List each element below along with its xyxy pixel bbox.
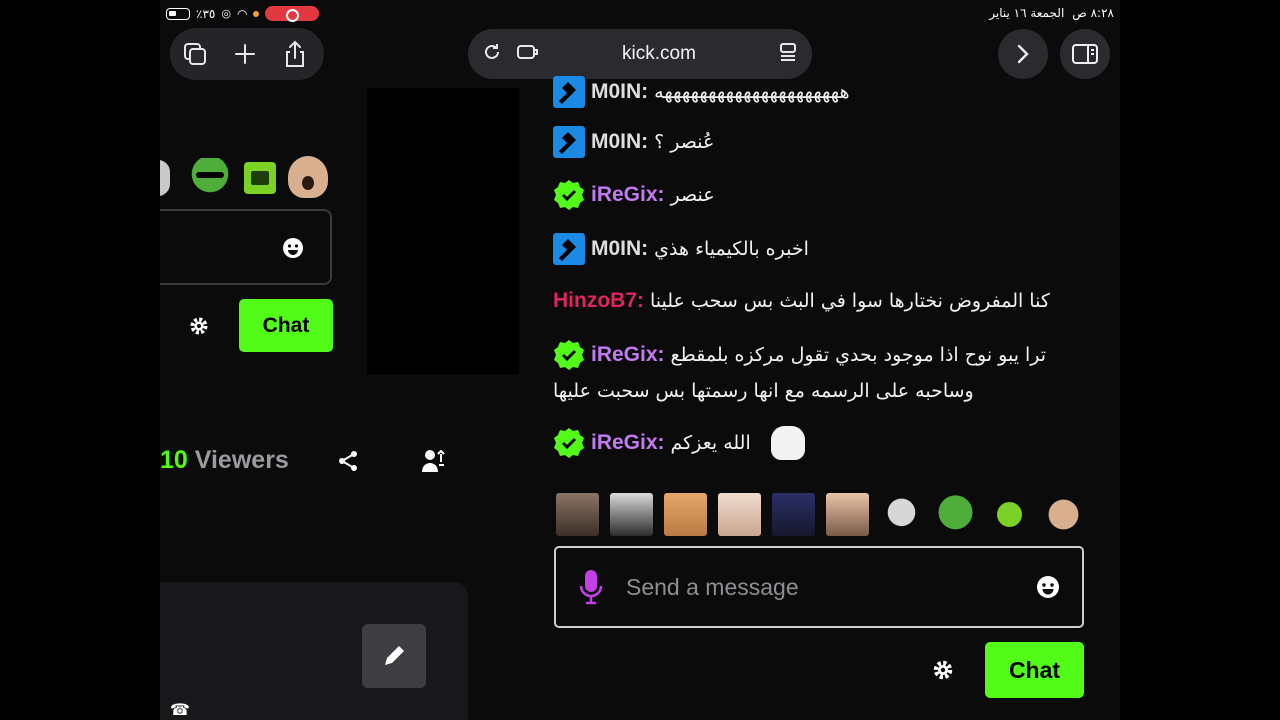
sidebar-toggle-button[interactable] bbox=[1060, 29, 1110, 79]
chat-text: هههههههههههههههههههههه bbox=[654, 81, 850, 103]
chat-username[interactable]: iReGix: bbox=[591, 180, 665, 210]
video-player[interactable] bbox=[367, 88, 519, 374]
chat-message: M0IN: اخبره بالكيمياء هذي bbox=[553, 233, 1093, 265]
mic-indicator-icon bbox=[253, 10, 260, 17]
chat-text: عُنصر ؟ bbox=[654, 131, 715, 153]
pepe-emote[interactable] bbox=[934, 493, 977, 536]
chat-message: iReGix: ترا يبو نوح اذا موجود بحدي تقول … bbox=[553, 339, 1093, 371]
chat-username[interactable]: M0IN: bbox=[591, 234, 648, 264]
extensions-icon[interactable] bbox=[516, 42, 540, 66]
emote-thumbnail[interactable] bbox=[556, 493, 599, 536]
verified-badge-icon bbox=[553, 179, 585, 211]
microphone-icon[interactable] bbox=[578, 569, 604, 605]
emote-thumbnail[interactable] bbox=[880, 493, 923, 536]
chat-settings-icon[interactable] bbox=[932, 659, 954, 681]
chat-text: عنصر bbox=[670, 184, 715, 206]
sidebar-icon bbox=[1072, 44, 1098, 64]
emote-thumbnail[interactable] bbox=[610, 493, 653, 536]
chat-username[interactable]: iReGix: bbox=[591, 340, 665, 370]
pencil-icon bbox=[385, 646, 404, 665]
viewers-number: 10 bbox=[160, 446, 188, 474]
chat-message-input[interactable] bbox=[626, 573, 1014, 601]
moderator-badge-icon bbox=[553, 233, 585, 265]
edit-button[interactable] bbox=[362, 624, 426, 688]
emoji-icon bbox=[283, 238, 303, 258]
moderator-badge-icon bbox=[553, 126, 585, 158]
battery-percent: ٪٣٥ bbox=[196, 6, 216, 21]
tabs-icon[interactable] bbox=[170, 29, 220, 79]
new-tab-icon[interactable] bbox=[220, 29, 270, 79]
left-chat-button[interactable]: Chat bbox=[239, 299, 333, 352]
chat-message: M0IN: هههههههههههههههههههههه bbox=[553, 76, 1093, 108]
status-left: ٪٣٥ ◎ ◠ bbox=[166, 6, 320, 22]
status-time: ٨:٢٨ ص bbox=[1072, 6, 1114, 20]
battery-icon bbox=[166, 7, 190, 20]
tablet-screen: ٪٣٥ ◎ ◠ الجمعة ١٦ يناير ٨:٢٨ ص kick.com … bbox=[160, 0, 1120, 720]
screen-record-icon[interactable] bbox=[265, 6, 320, 22]
viewer-count: 10 Viewers bbox=[160, 446, 289, 475]
forward-button[interactable] bbox=[998, 29, 1048, 79]
chat-message: HinzoB7: كنا المفروض نختارها سوا في البث… bbox=[553, 286, 1093, 316]
status-bar: ٪٣٥ ◎ ◠ الجمعة ١٦ يناير ٨:٢٨ ص bbox=[160, 0, 1120, 28]
settings-icon[interactable] bbox=[189, 316, 209, 336]
chat-message: iReGix: عنصر bbox=[553, 179, 1093, 211]
url-domain[interactable]: kick.com bbox=[540, 43, 778, 65]
share-stream-icon[interactable] bbox=[337, 450, 359, 472]
chat-text: وساحبه على الرسمه مع انها رسمتها بس سحبت… bbox=[553, 380, 974, 402]
location-icon: ◎ bbox=[221, 7, 231, 20]
moderator-badge-icon bbox=[553, 76, 585, 108]
viewers-label: Viewers bbox=[194, 446, 289, 474]
chat-username[interactable]: iReGix: bbox=[591, 428, 665, 458]
chat-message-continuation: وساحبه على الرسمه مع انها رسمتها بس سحبت… bbox=[553, 376, 1093, 406]
chat-text: كنا المفروض نختارها سوا في البث بس سحب ع… bbox=[650, 290, 1050, 312]
address-bar[interactable]: kick.com bbox=[468, 29, 812, 79]
emote-thumbnail[interactable] bbox=[826, 493, 869, 536]
verified-badge-icon bbox=[553, 339, 585, 371]
verified-badge-icon bbox=[553, 427, 585, 459]
chat-text: ترا يبو نوح اذا موجود بحدي تقول مركزه بل… bbox=[670, 344, 1047, 366]
emote-thumbnail[interactable] bbox=[664, 493, 707, 536]
left-chat-input[interactable] bbox=[160, 209, 332, 285]
chevron-right-icon bbox=[1017, 44, 1029, 64]
chat-message: iReGix: الله يعزكم bbox=[553, 426, 1093, 460]
send-chat-button[interactable]: Chat bbox=[985, 642, 1084, 698]
chat-username[interactable]: M0IN: bbox=[591, 127, 648, 157]
phone-icon: ☎ bbox=[170, 700, 190, 719]
hand-emote bbox=[770, 426, 805, 460]
emote-thumbnail[interactable] bbox=[772, 493, 815, 536]
browser-toolbar-left bbox=[170, 28, 324, 80]
emote-partial[interactable] bbox=[160, 160, 170, 196]
reader-icon[interactable] bbox=[778, 42, 798, 66]
chat-text: اخبره بالكيمياء هذي bbox=[654, 238, 809, 260]
chat-text: الله يعزكم bbox=[670, 432, 751, 454]
status-date: الجمعة ١٦ يناير bbox=[989, 6, 1065, 20]
chat-username[interactable]: M0IN: bbox=[591, 77, 648, 107]
user-manage-icon[interactable] bbox=[421, 448, 447, 474]
angry-block-emote[interactable] bbox=[244, 162, 276, 194]
cat-emote[interactable] bbox=[288, 156, 328, 198]
chat-input-box[interactable] bbox=[554, 546, 1084, 628]
emoji-icon[interactable] bbox=[1036, 575, 1060, 599]
emote-thumbnail[interactable] bbox=[718, 493, 761, 536]
wifi-icon: ◠ bbox=[236, 6, 248, 21]
share-icon[interactable] bbox=[270, 29, 320, 79]
status-right: الجمعة ١٦ يناير ٨:٢٨ ص bbox=[989, 6, 1114, 20]
chat-username[interactable]: HinzoB7: bbox=[553, 286, 644, 316]
reload-icon[interactable] bbox=[482, 42, 502, 66]
recent-emotes bbox=[556, 493, 1085, 536]
cat-emote[interactable] bbox=[1042, 493, 1085, 536]
chat-message: M0IN: عُنصر ؟ bbox=[553, 126, 1093, 158]
angry-block-emote[interactable] bbox=[988, 493, 1031, 536]
pepe-emote[interactable] bbox=[188, 158, 232, 198]
